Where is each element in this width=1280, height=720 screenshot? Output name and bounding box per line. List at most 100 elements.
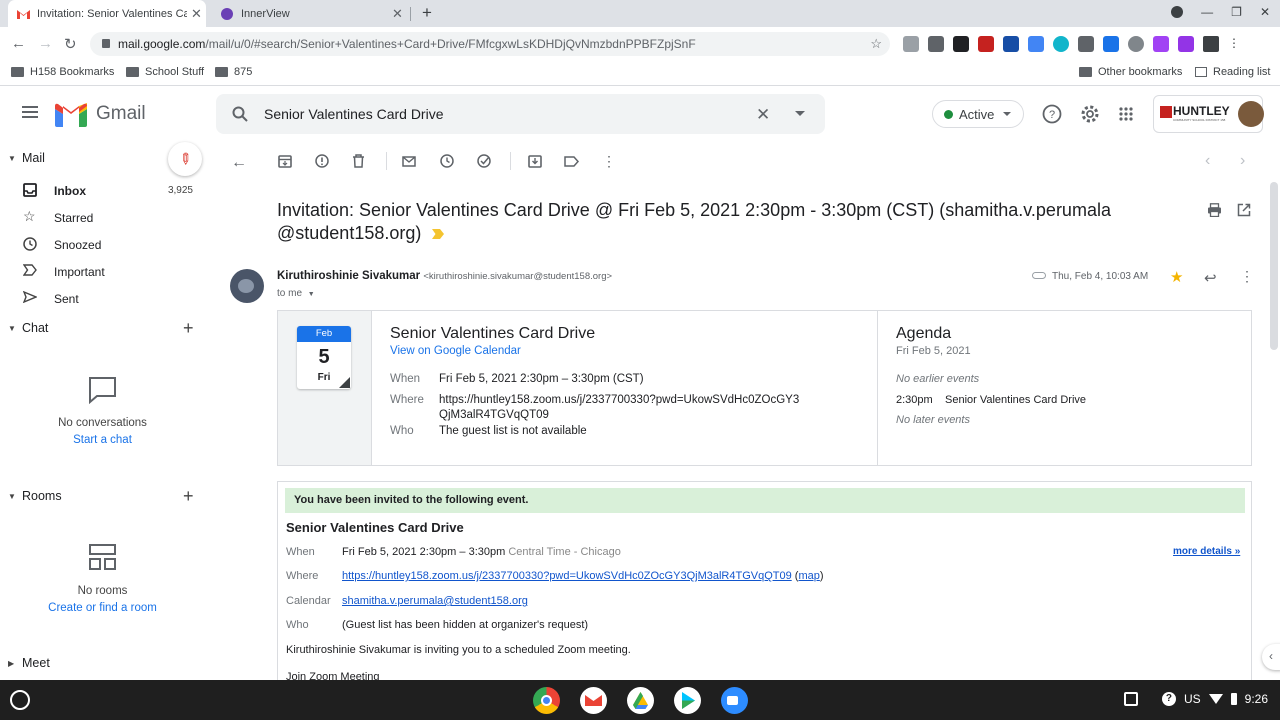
map-link[interactable]: map [798,570,819,582]
scrollbar-thumb[interactable] [1270,182,1278,350]
search-input[interactable]: Senior Valentines Card Drive [264,106,444,122]
email-subject: Invitation: Senior Valentines Card Drive… [277,199,1177,245]
extension-icon[interactable] [903,36,919,52]
star-icon[interactable]: ★ [1170,268,1183,286]
reply-icon[interactable]: ↩ [1204,269,1217,287]
play-store-app-icon[interactable] [674,687,701,714]
apps-grid-icon[interactable] [1119,107,1133,121]
close-window-icon[interactable]: ✕ [1260,5,1270,19]
extension-icon[interactable] [1003,36,1019,52]
tab-divider [410,7,411,21]
zoom-app-icon[interactable] [721,687,748,714]
sender-name[interactable]: Kiruthiroshinie Sivakumar [277,270,420,282]
sidebar-item-inbox[interactable]: Inbox 3,925 [0,177,205,204]
view-on-calendar-link[interactable]: View on Google Calendar [390,345,521,357]
new-chat-plus-icon[interactable]: + [183,318,194,339]
mark-unread-icon[interactable] [402,156,416,167]
delete-icon[interactable] [352,154,365,168]
snooze-clock-icon[interactable] [440,154,454,168]
holding-space-icon[interactable] [1123,692,1138,706]
side-panel-toggle-icon[interactable]: ‹ [1262,644,1280,670]
when-label: When [390,373,421,385]
forward-icon[interactable]: → [38,35,53,52]
tab-close-icon[interactable]: ✕ [392,6,403,22]
sidebar-item-important[interactable]: Important [0,258,205,285]
clear-search-icon[interactable]: ✕ [756,105,770,125]
start-chat-link[interactable]: Start a chat [0,434,205,446]
more-message-options-icon[interactable]: ⋮ [1240,268,1254,285]
start-chat-link-text[interactable]: Start a chat [73,434,132,446]
status-selector[interactable]: Active [932,100,1024,128]
newer-icon[interactable]: ‹ [1205,152,1210,170]
zoom-link[interactable]: https://huntley158.zoom.us/j/2337700330?… [342,570,792,582]
new-tab-button[interactable]: + [422,3,432,23]
chat-bubble-icon [88,376,117,404]
agenda-event[interactable]: Senior Valentines Card Drive [945,394,1086,406]
bookmark-folder[interactable]: 875 [215,66,252,78]
gmail-app-icon[interactable] [580,687,607,714]
tab-close-icon[interactable]: ✕ [191,6,202,22]
bookmark-folder[interactable]: School Stuff [126,66,204,78]
settings-gear-icon[interactable] [1080,104,1100,124]
bookmark-star-icon[interactable]: ☆ [870,36,882,52]
more-options-icon[interactable]: ⋮ [602,153,616,170]
compose-button[interactable]: ✎ [168,142,202,176]
calendar-email-link[interactable]: shamitha.v.perumala@student158.org [342,595,528,607]
print-icon[interactable] [1207,203,1222,217]
report-spam-icon[interactable] [315,154,329,168]
create-room-link-text[interactable]: Create or find a room [48,602,157,614]
extension-icon[interactable] [928,36,944,52]
recipients-toggle[interactable]: to me ▼ [277,288,315,299]
maximize-icon[interactable]: ❐ [1231,5,1242,19]
search-options-icon[interactable] [795,111,805,117]
reading-list[interactable]: Reading list [1195,66,1270,78]
open-new-window-icon[interactable] [1237,203,1251,217]
move-to-icon[interactable] [528,155,542,168]
minimize-icon[interactable]: — [1201,5,1213,19]
older-icon[interactable]: › [1240,152,1245,170]
launcher-icon[interactable] [10,690,30,710]
gmail-logo-icon[interactable] [55,103,87,127]
drive-app-icon[interactable] [627,687,654,714]
profile-menu-icon[interactable] [1171,6,1184,18]
collapse-caret-icon: ▼ [8,491,16,501]
chrome-menu-icon[interactable]: ⋮ [1228,36,1240,52]
reload-icon[interactable]: ↻ [64,35,77,53]
bookmark-folder[interactable]: H158 Bookmarks [11,66,114,78]
extension-icon[interactable] [1103,36,1119,52]
sidebar-item-sent[interactable]: Sent [0,285,205,312]
extension-icon[interactable] [1153,36,1169,52]
extension-icon[interactable] [1078,36,1094,52]
archive-icon[interactable] [278,155,292,168]
extension-icon[interactable] [1053,36,1069,52]
chrome-app-icon[interactable] [533,687,560,714]
address-bar[interactable]: mail.google.com/mail/u/0/#search/Senior+… [90,32,890,56]
account-organization[interactable]: HUNTLEY COMMUNITY SCHOOL DISTRICT 158 [1153,95,1264,133]
sidebar-item-starred[interactable]: ☆ Starred [0,204,205,231]
extension-icon[interactable] [953,36,969,52]
back-to-results-icon[interactable]: ← [231,154,247,172]
folder-icon [126,67,139,77]
back-icon[interactable]: ← [11,35,26,52]
important-marker-icon[interactable] [432,229,445,240]
sidebar-item-snoozed[interactable]: Snoozed [0,231,205,258]
extension-icon[interactable] [1178,36,1194,52]
search-icon[interactable] [232,106,248,122]
more-details-link[interactable]: more details » [1173,546,1240,557]
extensions-puzzle-icon[interactable] [1203,36,1219,52]
other-bookmarks[interactable]: Other bookmarks [1079,66,1182,78]
extension-icon[interactable] [978,36,994,52]
label-icon[interactable] [564,156,579,167]
sender-avatar[interactable] [230,269,264,303]
help-icon[interactable]: ? [1042,104,1062,124]
main-menu-icon[interactable] [22,106,38,118]
create-room-link[interactable]: Create or find a room [0,602,205,614]
tab-gmail-invitation[interactable]: Invitation: Senior Valentines Card Drive… [8,0,206,27]
add-to-tasks-icon[interactable] [477,154,493,168]
extension-icon[interactable] [1128,36,1144,52]
tab-innerview[interactable]: InnerView ✕ [212,0,410,27]
new-room-plus-icon[interactable]: + [183,486,194,507]
extension-icon[interactable] [1028,36,1044,52]
avatar[interactable] [1238,101,1264,127]
system-tray[interactable]: ? US 9:26 [1123,692,1268,706]
